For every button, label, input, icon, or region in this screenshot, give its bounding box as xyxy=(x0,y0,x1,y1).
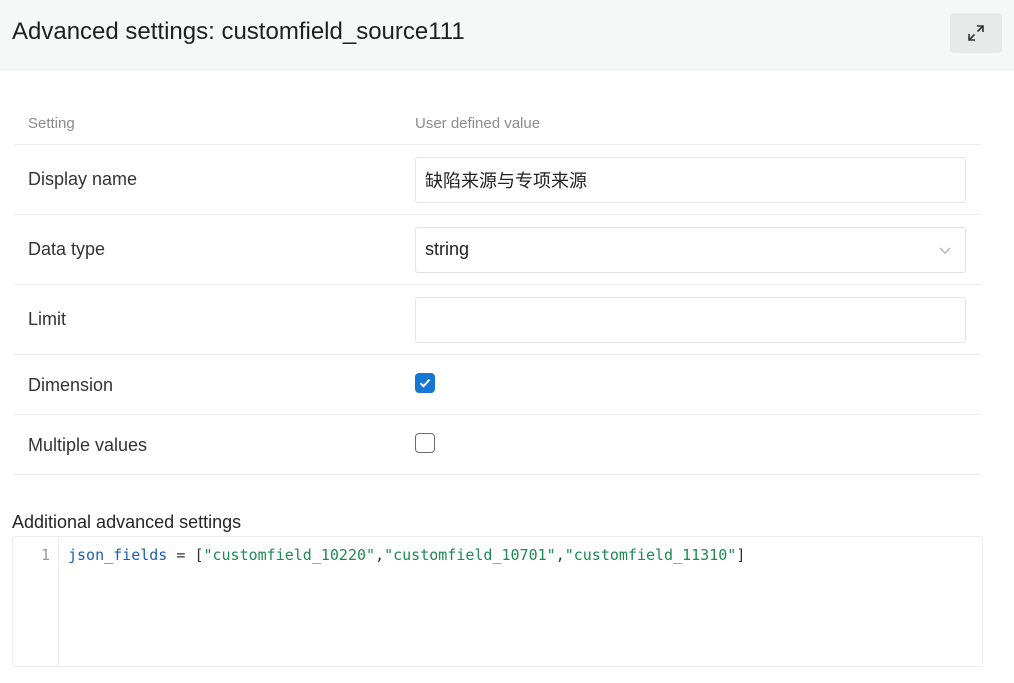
code-bracket-close: ] xyxy=(736,546,746,564)
table-row-data-type: Data type string xyxy=(14,215,981,285)
line-number: 1 xyxy=(40,546,50,564)
data-type-select[interactable]: string xyxy=(415,227,966,273)
table-row-multiple-values: Multiple values xyxy=(14,415,981,475)
code-string-3: "customfield_11310" xyxy=(564,546,737,564)
code-separator-1: , xyxy=(375,546,385,564)
data-type-label: Data type xyxy=(28,239,106,259)
table-row-dimension: Dimension xyxy=(14,355,981,415)
data-type-selected-value: string xyxy=(425,239,470,259)
line-number-gutter: 1 xyxy=(13,537,59,666)
expand-arrows-icon xyxy=(968,25,984,41)
multiple-values-checkbox[interactable] xyxy=(415,433,435,453)
page-title: Advanced settings: customfield_source111 xyxy=(12,18,465,45)
table-row-display-name: Display name xyxy=(14,145,981,215)
column-header-value: User defined value xyxy=(415,115,541,132)
limit-input[interactable] xyxy=(415,297,966,343)
expand-button[interactable] xyxy=(950,13,1002,53)
code-line: json_fields = ["customfield_10220","cust… xyxy=(68,546,745,564)
checkmark-icon xyxy=(419,378,431,388)
code-string-1: "customfield_10220" xyxy=(203,546,376,564)
code-editor[interactable]: 1 json_fields = ["customfield_10220","cu… xyxy=(12,536,983,667)
dimension-checkbox[interactable] xyxy=(415,373,435,393)
table-row-limit: Limit xyxy=(14,285,981,355)
code-key: json_fields xyxy=(68,546,168,564)
settings-table: Setting User defined value Display name … xyxy=(14,100,981,475)
display-name-label: Display name xyxy=(28,169,138,189)
dimension-label: Dimension xyxy=(28,375,114,395)
chevron-down-icon xyxy=(939,247,951,254)
code-separator-2: , xyxy=(555,546,565,564)
additional-settings-title: Additional advanced settings xyxy=(12,512,242,532)
limit-label: Limit xyxy=(28,309,67,329)
display-name-input[interactable] xyxy=(415,157,966,203)
code-operator: = xyxy=(167,546,195,564)
multiple-values-label: Multiple values xyxy=(28,435,148,455)
column-header-setting: Setting xyxy=(28,115,75,132)
code-string-2: "customfield_10701" xyxy=(384,546,556,564)
table-header-row: Setting User defined value xyxy=(14,100,981,145)
dialog-header: Advanced settings: customfield_source111 xyxy=(0,0,1014,70)
